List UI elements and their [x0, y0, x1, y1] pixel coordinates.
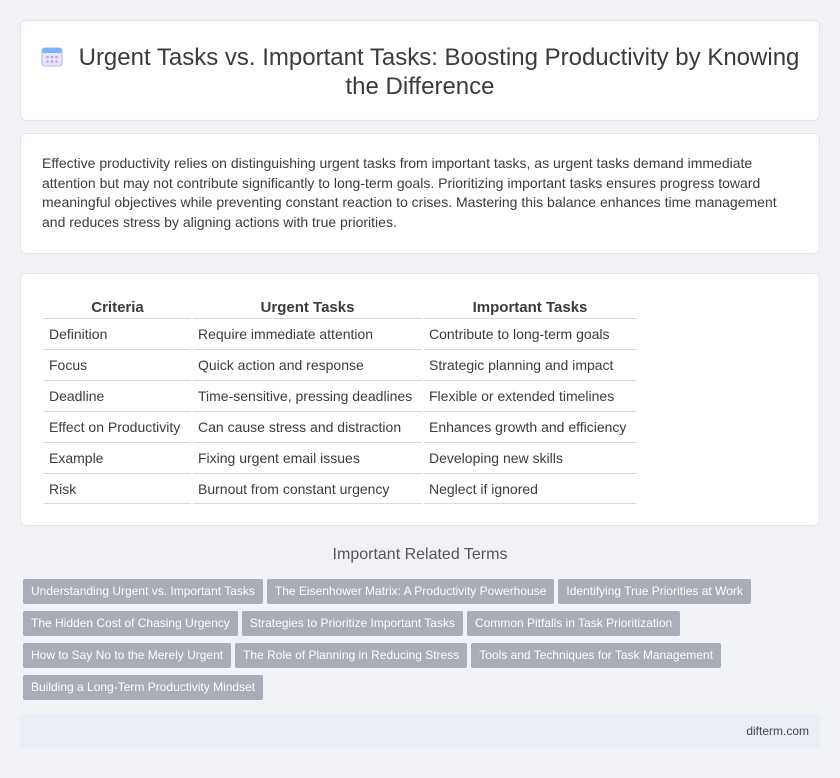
related-term-link[interactable]: The Eisenhower Matrix: A Productivity Po…: [266, 579, 555, 604]
table-cell: Require immediate attention: [193, 318, 422, 349]
related-term-link[interactable]: Identifying True Priorities at Work: [558, 579, 751, 604]
header-important: Important Tasks: [472, 299, 588, 316]
table-cell: Strategic planning and impact: [424, 349, 636, 380]
table-row: Example Fixing urgent email issues Devel…: [44, 442, 636, 473]
header-criteria: Criteria: [91, 299, 144, 316]
table-row: Focus Quick action and response Strategi…: [44, 349, 636, 380]
related-terms-heading: Important Related Terms: [332, 546, 508, 563]
related-term-link[interactable]: Building a Long-Term Productivity Mindse…: [23, 675, 264, 700]
related-term-link[interactable]: Strategies to Prioritize Important Tasks: [241, 611, 463, 636]
table-cell: Deadline: [44, 380, 191, 411]
page-title-text: Urgent Tasks vs. Important Tasks: Boosti…: [78, 44, 800, 100]
table-cell: Focus: [44, 349, 191, 380]
table-cell: Time-sensitive, pressing deadlines: [193, 380, 422, 411]
table-cell: Can cause stress and distraction: [193, 411, 422, 442]
table-row: Definition Require immediate attention C…: [44, 318, 636, 349]
comparison-card: Criteria Urgent Tasks Important Tasks De…: [20, 273, 820, 526]
table-cell: Quick action and response: [193, 349, 422, 380]
table-cell: Definition: [44, 318, 191, 349]
table-cell: Developing new skills: [424, 442, 636, 473]
intro-card: Effective productivity relies on disting…: [20, 133, 820, 254]
table-cell: Flexible or extended timelines: [424, 380, 636, 411]
related-term-link[interactable]: The Role of Planning in Reducing Stress: [235, 643, 468, 668]
table-cell: Effect on Productivity: [44, 411, 191, 442]
related-term-link[interactable]: Common Pitfalls in Task Prioritization: [466, 611, 681, 636]
table-cell: Burnout from constant urgency: [193, 473, 422, 504]
related-term-link[interactable]: The Hidden Cost of Chasing Urgency: [23, 611, 238, 636]
table-row: Effect on Productivity Can cause stress …: [44, 411, 636, 442]
comparison-table: Criteria Urgent Tasks Important Tasks De…: [42, 294, 638, 504]
header-card: Urgent Tasks vs. Important Tasks: Boosti…: [20, 20, 820, 121]
related-term-link[interactable]: Understanding Urgent vs. Important Tasks: [23, 579, 263, 604]
title-wrap: Urgent Tasks vs. Important Tasks: Boosti…: [21, 43, 819, 101]
table-cell: Fixing urgent email issues: [193, 442, 422, 473]
related-term-link[interactable]: Tools and Techniques for Task Management: [471, 643, 721, 668]
table-header-row: Criteria Urgent Tasks Important Tasks: [44, 294, 636, 318]
table-cell: Neglect if ignored: [424, 473, 636, 504]
related-term-link[interactable]: How to Say No to the Merely Urgent: [23, 643, 232, 668]
footer-site-link[interactable]: difterm.com: [746, 724, 809, 738]
table-cell: Example: [44, 442, 191, 473]
page-title: Urgent Tasks vs. Important Tasks: Boosti…: [21, 43, 819, 101]
intro-paragraph: Effective productivity relies on disting…: [42, 155, 777, 230]
related-terms-list: Understanding Urgent vs. Important Tasks…: [23, 579, 803, 707]
table-cell: Enhances growth and efficiency: [424, 411, 636, 442]
footer: difterm.com: [20, 714, 820, 748]
table-cell: Contribute to long-term goals: [424, 318, 636, 349]
table-row: Risk Burnout from constant urgency Negle…: [44, 473, 636, 504]
table-row: Deadline Time-sensitive, pressing deadli…: [44, 380, 636, 411]
calendar-icon: [41, 47, 63, 67]
table-cell: Risk: [44, 473, 191, 504]
header-urgent: Urgent Tasks: [260, 299, 355, 316]
